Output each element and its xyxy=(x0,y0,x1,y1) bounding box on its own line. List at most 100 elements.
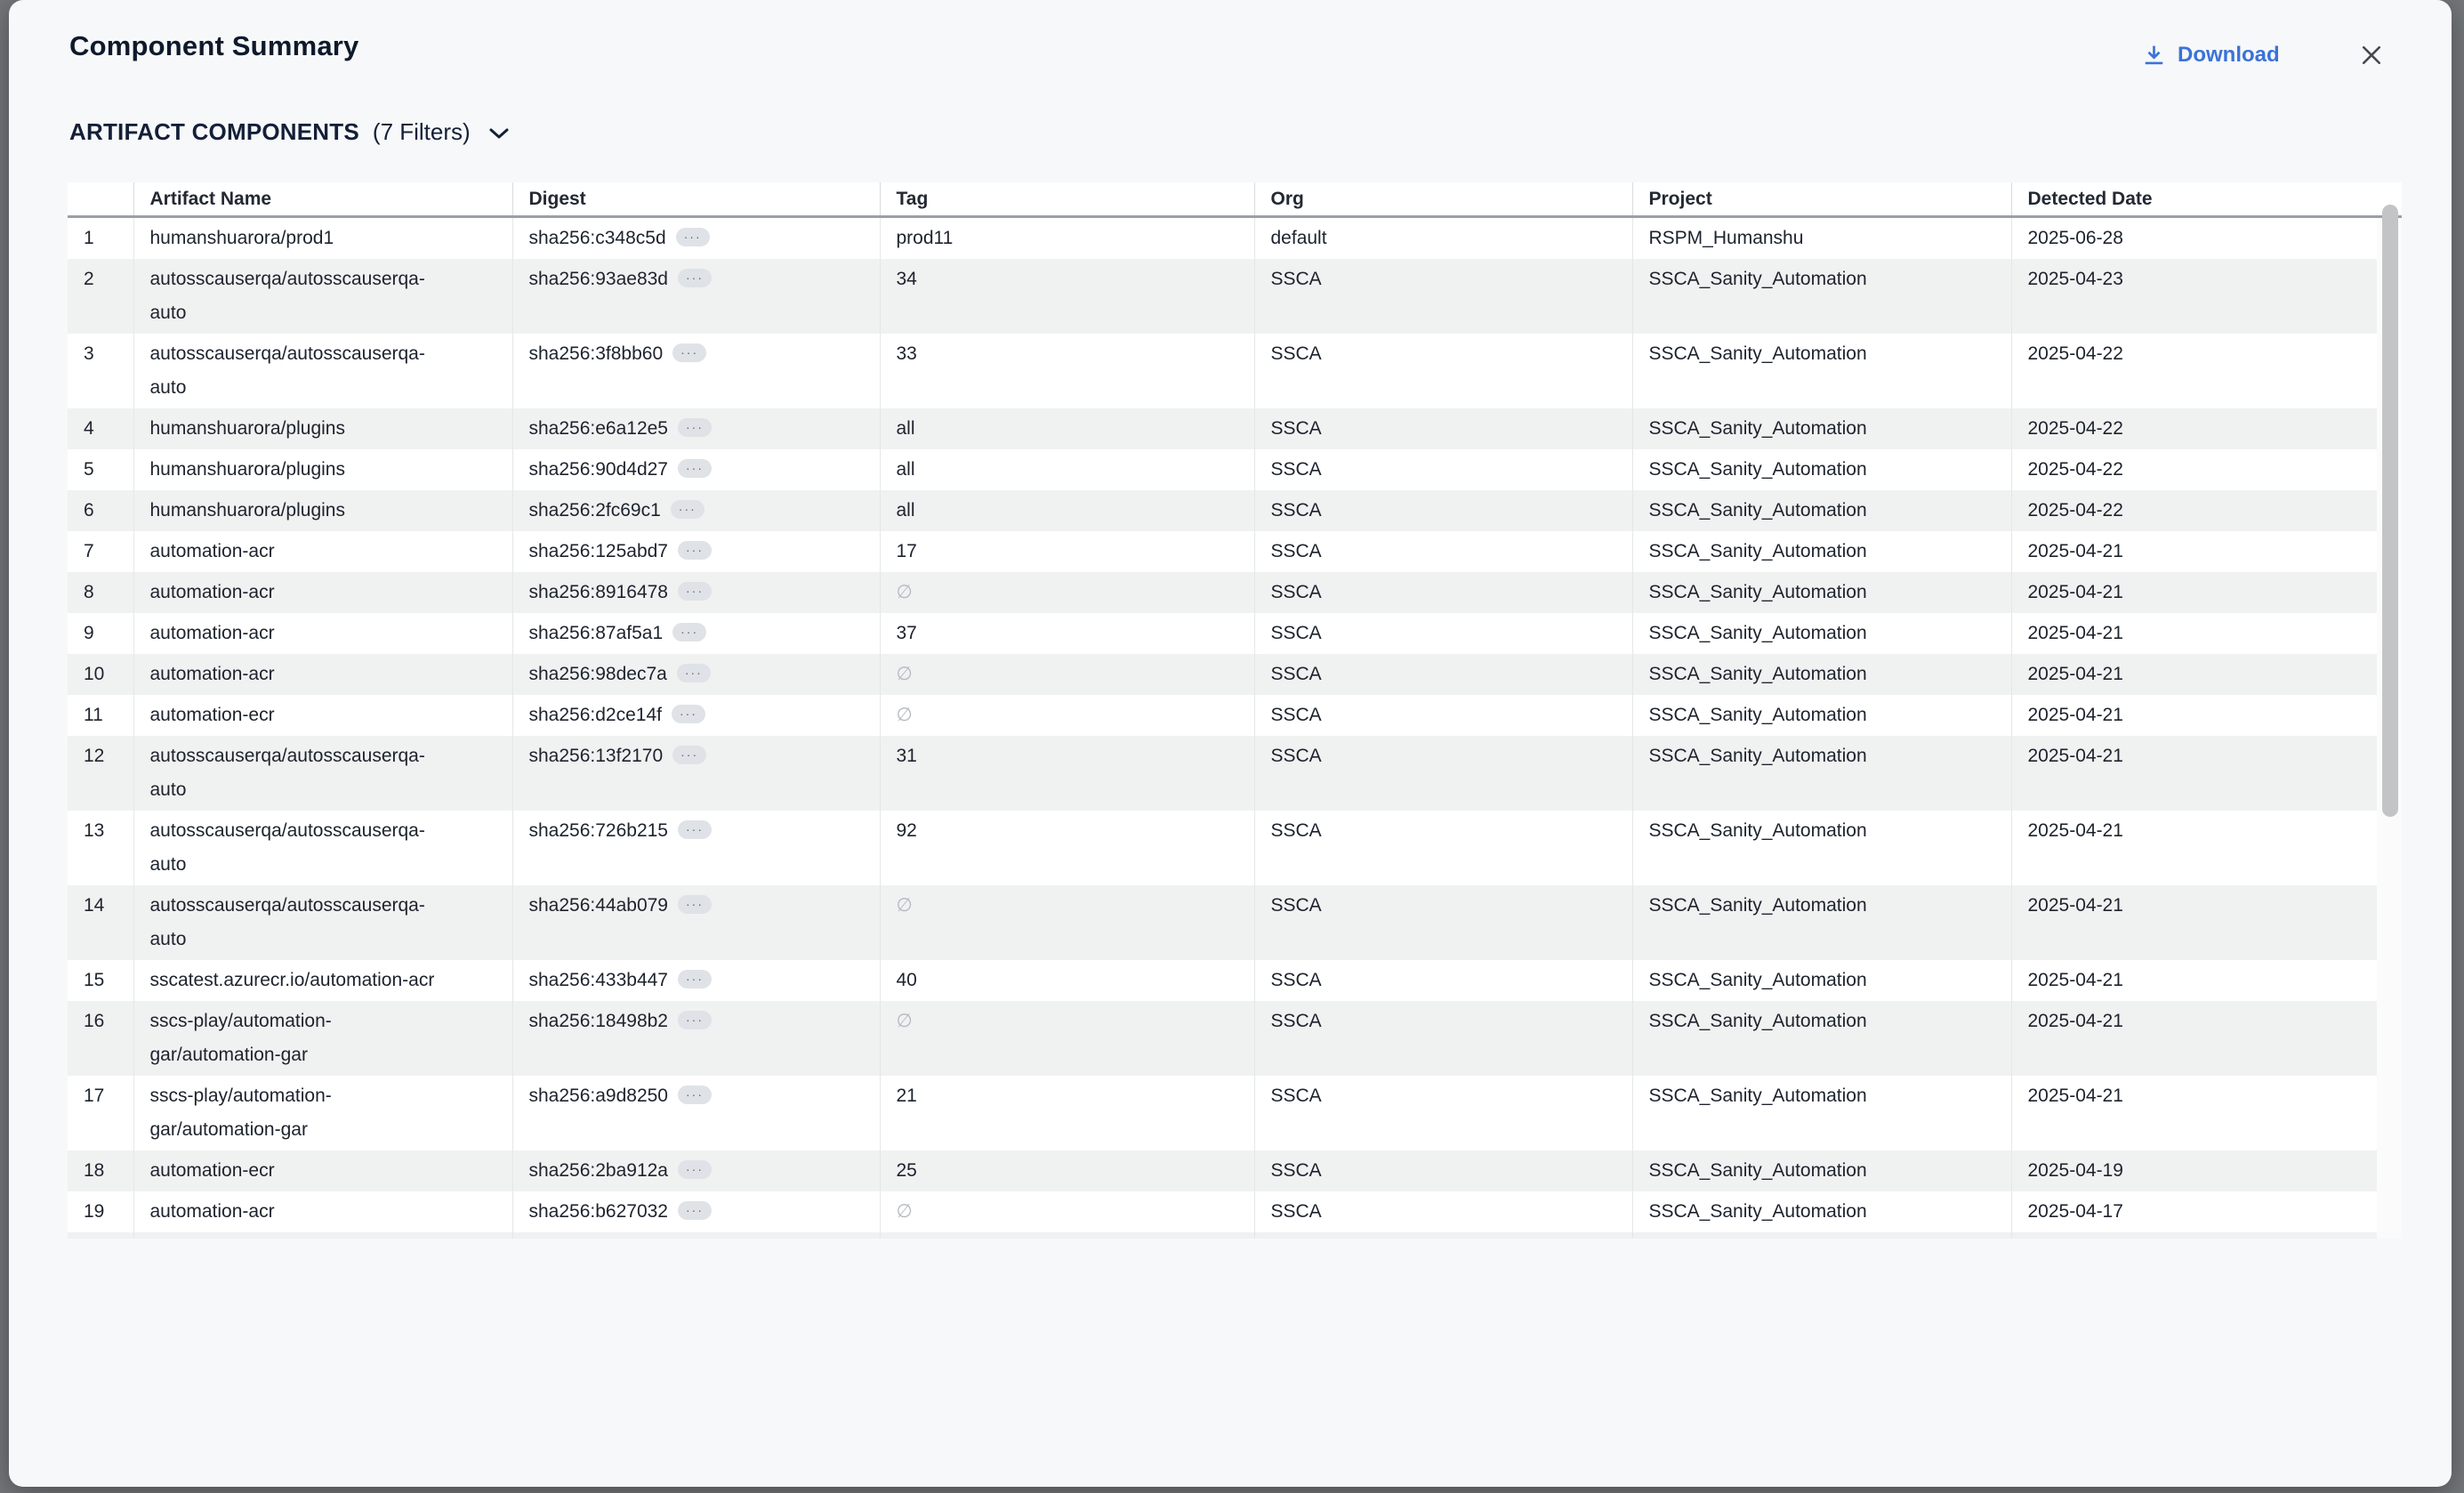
row-index-cell: 1 xyxy=(68,217,133,260)
digest-expand-button[interactable]: ··· xyxy=(678,1201,712,1220)
digest-expand-button[interactable]: ··· xyxy=(676,228,710,246)
artifact-name-cell: humanshuarora/prod1 xyxy=(133,217,512,260)
digest-value: sha256:44ab079 xyxy=(529,895,669,916)
project-cell: SSCA_Sanity_Automation xyxy=(1632,695,2011,736)
digest-expand-button[interactable]: ··· xyxy=(678,459,712,478)
download-button[interactable]: Download xyxy=(2142,37,2280,73)
detected-date-cell: 2025-04-22 xyxy=(2011,449,2377,490)
tag-cell: all xyxy=(880,490,1254,531)
digest-cell: sha256:125abd7 ··· xyxy=(512,531,880,572)
row-index-cell: 16 xyxy=(68,1001,133,1076)
digest-value: sha256:2fc69c1 xyxy=(529,500,661,521)
digest-expand-button[interactable]: ··· xyxy=(678,269,712,287)
digest-expand-button[interactable]: ··· xyxy=(672,343,706,362)
digest-expand-button[interactable]: ··· xyxy=(672,746,706,764)
table-row: 13autosscauserqa/autosscauserqa- autosha… xyxy=(68,811,2377,885)
section-title: ARTIFACT COMPONENTS xyxy=(69,118,359,146)
empty-tag-symbol: ∅ xyxy=(897,1011,913,1031)
digest-value: sha256:93ae83d xyxy=(529,269,669,289)
filler-cell xyxy=(880,1232,1254,1239)
tag-cell: 17 xyxy=(880,531,1254,572)
table-row: 17sscs-play/automation- gar/automation-g… xyxy=(68,1076,2377,1150)
artifact-components-toggle[interactable]: ARTIFACT COMPONENTS (7 Filters) xyxy=(69,114,511,149)
project-cell: SSCA_Sanity_Automation xyxy=(1632,1001,2011,1076)
table-row-clipped xyxy=(68,1232,2377,1239)
digest-expand-button[interactable]: ··· xyxy=(671,500,705,519)
digest-expand-button[interactable]: ··· xyxy=(678,895,712,914)
digest-expand-button[interactable]: ··· xyxy=(672,623,706,642)
close-button[interactable] xyxy=(2352,37,2391,73)
detected-date-cell: 2025-04-19 xyxy=(2011,1150,2377,1191)
filler-cell xyxy=(2011,1232,2377,1239)
artifact-name-cell: sscatest.azurecr.io/automation-acr xyxy=(133,960,512,1001)
filler-cell xyxy=(1254,1232,1632,1239)
digest-cell: sha256:93ae83d ··· xyxy=(512,259,880,334)
digest-value: sha256:8916478 xyxy=(529,582,669,602)
row-index-cell: 10 xyxy=(68,654,133,695)
digest-value: sha256:125abd7 xyxy=(529,541,669,561)
close-icon xyxy=(2358,42,2385,69)
row-index-cell: 11 xyxy=(68,695,133,736)
digest-expand-button[interactable]: ··· xyxy=(672,705,705,723)
column-header-blank xyxy=(68,182,133,217)
digest-cell: sha256:433b447 ··· xyxy=(512,960,880,1001)
artifact-name-cell: automation-acr xyxy=(133,531,512,572)
row-index-cell: 14 xyxy=(68,885,133,960)
detected-date-cell: 2025-04-21 xyxy=(2011,960,2377,1001)
tag-cell: ∅ xyxy=(880,572,1254,613)
digest-expand-button[interactable]: ··· xyxy=(678,582,712,601)
digest-cell: sha256:d2ce14f··· xyxy=(512,695,880,736)
project-cell: SSCA_Sanity_Automation xyxy=(1632,531,2011,572)
detected-date-cell: 2025-04-21 xyxy=(2011,885,2377,960)
artifact-name-cell: automation-ecr xyxy=(133,695,512,736)
digest-value: sha256:90d4d27 xyxy=(529,459,669,480)
table-row: 5humanshuarora/pluginssha256:90d4d27···a… xyxy=(68,449,2377,490)
filler-cell xyxy=(133,1232,512,1239)
column-header-detected-date: Detected Date xyxy=(2011,182,2377,217)
digest-expand-button[interactable]: ··· xyxy=(678,820,712,839)
artifact-name-cell: automation-acr xyxy=(133,613,512,654)
detected-date-cell: 2025-04-22 xyxy=(2011,334,2377,408)
table-scrollbar-thumb[interactable] xyxy=(2382,205,2398,817)
table-row: 15sscatest.azurecr.io/automation-acrsha2… xyxy=(68,960,2377,1001)
digest-expand-button[interactable]: ··· xyxy=(678,418,712,437)
row-index-cell: 6 xyxy=(68,490,133,531)
project-cell: SSCA_Sanity_Automation xyxy=(1632,408,2011,449)
org-cell: SSCA xyxy=(1254,572,1632,613)
digest-expand-button[interactable]: ··· xyxy=(678,541,712,560)
project-cell: SSCA_Sanity_Automation xyxy=(1632,1076,2011,1150)
digest-expand-button[interactable]: ··· xyxy=(678,1085,712,1104)
artifact-name-cell: automation-ecr xyxy=(133,1150,512,1191)
digest-expand-button[interactable]: ··· xyxy=(678,1011,712,1029)
artifact-name-cell: sscs-play/automation- gar/automation-gar xyxy=(133,1001,512,1076)
digest-expand-button[interactable]: ··· xyxy=(678,970,712,989)
table-row: 9automation-acrsha256:87af5a1···37SSCASS… xyxy=(68,613,2377,654)
artifact-name-cell: automation-acr xyxy=(133,572,512,613)
tag-cell: 21 xyxy=(880,1076,1254,1150)
digest-value: sha256:18498b2 xyxy=(529,1011,669,1031)
digest-cell: sha256:2ba912a··· xyxy=(512,1150,880,1191)
column-header-digest: Digest xyxy=(512,182,880,217)
row-index-cell: 12 xyxy=(68,736,133,811)
table-row: 18automation-ecrsha256:2ba912a···25SSCAS… xyxy=(68,1150,2377,1191)
row-index-cell: 3 xyxy=(68,334,133,408)
digest-cell: sha256:e6a12e5··· xyxy=(512,408,880,449)
digest-expand-button[interactable]: ··· xyxy=(677,664,711,682)
empty-tag-symbol: ∅ xyxy=(897,895,913,916)
detected-date-cell: 2025-04-21 xyxy=(2011,811,2377,885)
artifact-name-cell: humanshuarora/plugins xyxy=(133,490,512,531)
chevron-down-icon[interactable] xyxy=(484,123,511,141)
filler-cell xyxy=(1632,1232,2011,1239)
project-cell: SSCA_Sanity_Automation xyxy=(1632,811,2011,885)
project-cell: SSCA_Sanity_Automation xyxy=(1632,334,2011,408)
digest-value: sha256:726b215 xyxy=(529,820,669,841)
detected-date-cell: 2025-04-17 xyxy=(2011,1191,2377,1232)
row-index-cell: 13 xyxy=(68,811,133,885)
digest-expand-button[interactable]: ··· xyxy=(678,1160,712,1179)
digest-value: sha256:433b447 xyxy=(529,970,669,990)
table-row: 2autosscauserqa/autosscauserqa- autosha2… xyxy=(68,259,2377,334)
table-row: 11automation-ecrsha256:d2ce14f···∅SSCASS… xyxy=(68,695,2377,736)
empty-tag-symbol: ∅ xyxy=(897,582,913,602)
row-index-cell: 17 xyxy=(68,1076,133,1150)
project-cell: SSCA_Sanity_Automation xyxy=(1632,572,2011,613)
